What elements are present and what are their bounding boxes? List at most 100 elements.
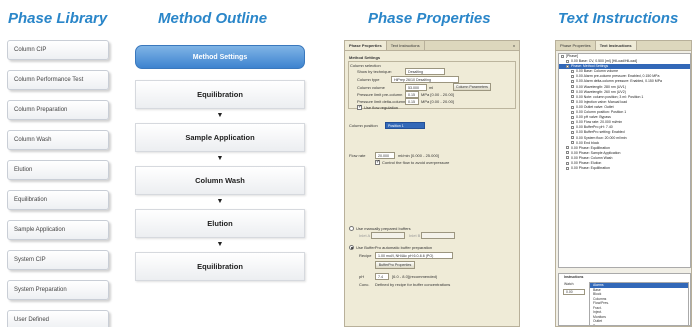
breakpoint-input[interactable]: 0.00 [563,289,585,295]
expand-icon[interactable] [571,130,574,134]
tab-phase-properties-2[interactable]: Phase Properties [556,41,596,50]
expand-icon[interactable] [571,115,574,119]
outline-step-elution[interactable]: Elution [135,209,305,238]
expand-icon[interactable] [571,120,574,124]
expand-icon[interactable] [566,166,569,170]
tree-row-label: 0.00 Phase: Equilibration [571,145,610,150]
instruction-tree[interactable]: [Phase] 0.00 Base: CV, 0.500 {ml} [HiLoad… [558,53,691,268]
conc-label: Conc. [359,282,370,287]
tree-row-label: 0.00 Alarm pre-column pressure: Enabled,… [576,74,660,79]
library-item-equilibration[interactable]: Equilibration [7,190,109,210]
properties-tab-bar: Phase Properties Text Instructions x [345,41,519,51]
outline-step-equilibration-final[interactable]: Equilibration [135,252,305,281]
library-item-column-preparation[interactable]: Column Preparation [7,100,109,120]
library-item-system-cip[interactable]: System CIP [7,250,109,270]
library-item-user-defined[interactable]: User Defined [7,310,109,327]
watch-label: Watch [564,282,574,286]
expand-icon[interactable] [571,105,574,109]
expand-icon[interactable] [571,69,574,73]
recipe-select[interactable]: 1.00 mol/l, NH4Ac pH 6.0-6.6 (PO) [375,252,453,259]
use-flow-label: Use flow regulation [364,105,399,110]
outline-step-equilibration[interactable]: Equilibration [135,80,305,109]
expand-icon[interactable] [566,146,569,150]
pressure-delta-label: Pressure limit delta-column [357,99,406,104]
library-item-sample-application[interactable]: Sample Application [7,220,109,240]
outline-step-sample-application[interactable]: Sample Application [135,123,305,152]
expand-icon[interactable] [571,110,574,114]
down-arrow-icon: ▼ [216,112,224,119]
pressure-pre-label: Pressure limit pre-column [357,92,403,97]
tree-row-label: 0.00 Wavelength: 260 nm (UV2) [576,89,626,94]
flow-rate-label: Flow rate [349,153,366,158]
expand-icon[interactable] [566,64,569,68]
inlet-a-label: Inlet A [359,233,371,238]
tree-row-label: 0.00 Base: Column volume [576,69,619,74]
expand-icon[interactable] [566,59,569,63]
column-volume-unit: ml [429,85,434,90]
bufferpro-properties-button[interactable]: BufferPro Properties [375,261,415,269]
library-item-column-cip[interactable]: Column CIP [7,40,109,60]
control-flow-checkbox[interactable] [375,159,380,165]
expand-icon[interactable] [571,74,574,78]
close-icon[interactable]: x [509,41,519,50]
tree-row-label: 0.00 BufferPro setting: Enabled [576,130,625,135]
expand-icon[interactable] [571,80,574,84]
expand-icon[interactable] [571,90,574,94]
expand-icon[interactable] [566,156,569,160]
tree-row-label: 0.00 Phase: Elution [571,160,602,165]
show-by-technique-label: Show by technique: [357,69,392,74]
instructions-title: Instructions [564,275,584,279]
library-item-elution[interactable]: Elution [7,160,109,180]
method-settings-button[interactable]: Method Settings [135,45,305,69]
inlet-b-select[interactable] [421,232,455,239]
tree-row[interactable]: 0.00 Phase: Equilibration [559,166,690,171]
technique-select[interactable]: Desalting [405,68,445,75]
ph-recommended: (recommended) [409,274,438,279]
column-parameters-button[interactable]: Column Parameters [453,83,491,91]
column-volume-input[interactable]: 53.000 [405,84,427,91]
instruction-category-list[interactable]: Alarms Base Block Columns Flow/Pres. Fract. In… [589,282,689,326]
column-type-select[interactable]: HiPrep 26/10 Desalting [391,76,459,83]
expand-icon[interactable] [561,54,564,58]
pressure-pre-input[interactable]: 0.15 [405,91,419,98]
flow-rate-input[interactable]: 20.000 [375,152,395,159]
use-bufferpro-radio[interactable] [349,245,354,250]
phase-library-header: Phase Library [8,10,108,27]
tree-row-label: 0.00 Base: CV, 0.500 {ml} [HiLoad/HiLoad… [571,59,638,64]
ph-label: pH [359,274,365,279]
use-manual-buffers-radio[interactable] [349,226,354,231]
ph-input[interactable]: 7.4 [375,273,389,280]
pressure-delta-input[interactable]: 0.15 [405,98,419,105]
down-arrow-icon: ▼ [216,155,224,162]
expand-icon[interactable] [571,141,574,145]
tree-row-label: 0.00 Note: column position; 3 ml: Positi… [576,94,644,99]
library-item-system-preparation[interactable]: System Preparation [7,280,109,300]
tab-text-instructions-2[interactable]: Text Instructions [595,41,637,50]
expand-icon[interactable] [571,95,574,99]
use-flow-checkbox[interactable] [357,104,362,110]
tab-phase-properties[interactable]: Phase Properties [345,41,387,50]
column-position-select[interactable]: Position 1 [385,122,425,129]
conc-value: Defined by recipe for buffer concentrati… [375,282,451,287]
expand-icon[interactable] [566,151,569,155]
expand-icon[interactable] [571,85,574,89]
expand-icon[interactable] [566,161,569,165]
method-outline: Method Settings Equilibration ▼ Sample A… [135,45,305,281]
category-list-item[interactable]: Pumps [590,324,688,326]
inlet-a-select[interactable] [371,232,405,239]
outline-step-column-wash[interactable]: Column Wash [135,166,305,195]
expand-icon[interactable] [571,100,574,104]
phase-properties-header: Phase Properties [368,10,491,27]
text-tab-bar: Phase Properties Text Instructions [556,41,691,51]
library-item-column-performance-test[interactable]: Column Performance Test [7,70,109,90]
tree-row-label: 0.00 Flow rate: 20.000 ml/min [576,120,623,125]
tab-text-instructions[interactable]: Text Instructions [387,41,425,50]
phase-library-list: Column CIP Column Performance Test Colum… [7,40,109,327]
library-item-column-wash[interactable]: Column Wash [7,130,109,150]
flow-rate-unit: ml/min [0.000 - 25.000] [398,153,439,158]
tree-row-label: 0.00 Phase: Column Wash [571,155,613,160]
expand-icon[interactable] [571,125,574,129]
control-flow-label: Control the flow to avoid overpressure [382,160,450,165]
instruction-editor: Instructions Watch 0.00 Alarms Base Block C… [558,273,691,326]
expand-icon[interactable] [571,136,574,140]
